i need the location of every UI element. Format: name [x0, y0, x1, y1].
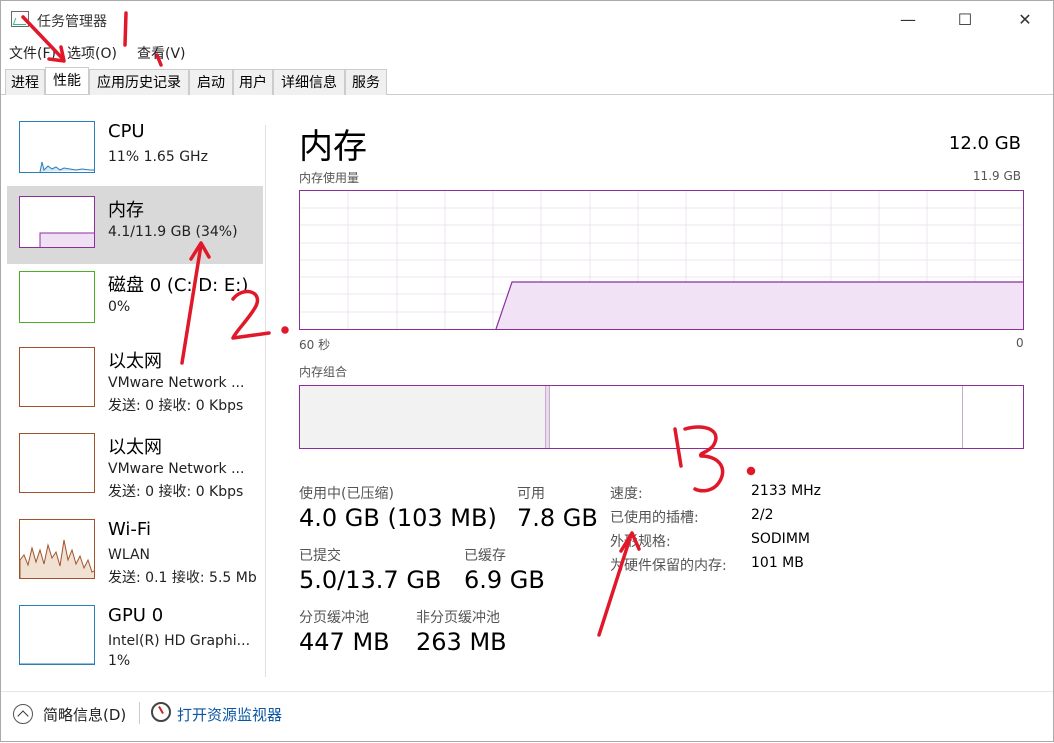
sidebar-item-title: 内存 [108, 200, 144, 221]
form-factor-label: 外形规格: [610, 534, 671, 550]
sidebar-item-utilization: 1% [108, 653, 131, 669]
sidebar-item-wifi[interactable]: Wi-Fi WLAN 发送: 0.1 接收: 5.5 Mb [7, 509, 263, 595]
menu-bar: 文件(F) 选项(O) 查看(V) [1, 41, 1053, 63]
maximize-button[interactable]: ☐ [953, 9, 977, 31]
menu-file[interactable]: 文件(F) [9, 43, 56, 63]
sidebar-item-ethernet-2[interactable]: 以太网 VMware Network ... 发送: 0 接收: 0 Kbps [7, 423, 263, 509]
tab-services[interactable]: 服务 [345, 69, 387, 95]
memory-total: 12.0 GB [948, 133, 1021, 154]
speed-value: 2133 MHz [751, 483, 822, 499]
sidebar-item-ethernet-1[interactable]: 以太网 VMware Network ... 发送: 0 接收: 0 Kbps [7, 337, 263, 423]
task-manager-icon [11, 11, 29, 27]
ethernet-thumbnail-graph [19, 433, 95, 493]
graph-time-end: 0 [1016, 336, 1024, 350]
menu-view[interactable]: 查看(V) [137, 43, 186, 63]
close-button[interactable]: ✕ [1013, 9, 1037, 31]
slots-used-value: 2/2 [751, 507, 774, 523]
tab-performance[interactable]: 性能 [45, 67, 89, 94]
performance-sidebar: CPU 11% 1.65 GHz 内存 4.1/11.9 GB (34%) 磁盘… [7, 111, 263, 681]
memory-composition-label: 内存组合 [299, 365, 348, 379]
bottom-bar: 简略信息(D) 打开资源监视器 [1, 691, 1053, 731]
composition-standby-divider [962, 386, 963, 448]
paged-pool-value: 447 MB [299, 628, 390, 656]
tab-bar: 进程 性能 应用历史记录 启动 用户 详细信息 服务 [1, 67, 1053, 95]
fewer-details-button[interactable]: 简略信息(D) [43, 704, 126, 725]
sidebar-item-title: GPU 0 [108, 605, 164, 626]
sidebar-item-subtitle: 4.1/11.9 GB (34%) [108, 224, 238, 240]
in-use-value: 4.0 GB (103 MB) [299, 504, 497, 532]
sidebar-item-subtitle: WLAN [108, 547, 151, 563]
sidebar-item-subtitle: VMware Network ... [108, 375, 245, 391]
tab-app-history[interactable]: 应用历史记录 [89, 69, 189, 95]
memory-usage-label: 内存使用量 [299, 171, 360, 185]
sidebar-item-subtitle: 11% 1.65 GHz [108, 149, 208, 165]
sidebar-item-gpu[interactable]: GPU 0 Intel(R) HD Graphi... 1% [7, 595, 263, 681]
available-label: 可用 [517, 486, 545, 502]
hardware-reserved-value: 101 MB [751, 555, 804, 571]
sidebar-item-throughput: 发送: 0 接收: 0 Kbps [108, 398, 244, 414]
committed-label: 已提交 [299, 548, 341, 564]
slots-used-label: 已使用的插槽: [610, 510, 699, 526]
title-bar: 任务管理器 — ☐ ✕ [1, 1, 1053, 39]
sidebar-item-title: 以太网 [108, 351, 162, 372]
graph-time-start: 60 秒 [299, 338, 331, 352]
available-value: 7.8 GB [517, 504, 598, 532]
tab-startup[interactable]: 启动 [189, 69, 233, 95]
form-factor-value: SODIMM [751, 531, 810, 547]
memory-usage-max: 11.9 GB [972, 169, 1021, 183]
speed-label: 速度: [610, 486, 643, 502]
task-manager-window: 任务管理器 — ☐ ✕ 文件(F) 选项(O) 查看(V) 进程 性能 应用历史… [0, 0, 1054, 742]
nonpaged-pool-value: 263 MB [416, 628, 507, 656]
sidebar-item-title: 磁盘 0 (C: D: E:) [108, 275, 249, 296]
cached-value: 6.9 GB [464, 566, 545, 594]
disk-thumbnail-graph [19, 271, 95, 323]
sidebar-item-title: Wi-Fi [108, 519, 151, 540]
tab-users[interactable]: 用户 [233, 69, 273, 95]
sidebar-item-title: CPU [108, 121, 145, 142]
resource-monitor-icon [151, 702, 171, 722]
tab-processes[interactable]: 进程 [5, 69, 45, 95]
sidebar-item-cpu[interactable]: CPU 11% 1.65 GHz [7, 111, 263, 189]
tab-details[interactable]: 详细信息 [273, 69, 345, 95]
nonpaged-pool-label: 非分页缓冲池 [416, 610, 500, 626]
hardware-reserved-label: 为硬件保留的内存: [610, 558, 727, 574]
sidebar-item-disk[interactable]: 磁盘 0 (C: D: E:) 0% [7, 261, 263, 339]
composition-modified [546, 386, 550, 448]
sidebar-divider [265, 125, 266, 677]
chevron-up-icon[interactable] [13, 704, 33, 724]
sidebar-item-throughput: 发送: 0.1 接收: 5.5 Mb [108, 570, 257, 586]
bottom-separator [139, 702, 140, 724]
ethernet-thumbnail-graph [19, 347, 95, 407]
memory-composition-bar [299, 385, 1024, 449]
sidebar-item-subtitle: Intel(R) HD Graphi... [108, 633, 251, 649]
composition-in-use [300, 386, 546, 448]
menu-options[interactable]: 选项(O) [67, 43, 117, 63]
page-title: 内存 [299, 127, 367, 167]
sidebar-item-throughput: 发送: 0 接收: 0 Kbps [108, 484, 244, 500]
sidebar-item-title: 以太网 [108, 437, 162, 458]
sidebar-item-memory[interactable]: 内存 4.1/11.9 GB (34%) [7, 186, 263, 264]
sidebar-item-subtitle: 0% [108, 299, 131, 315]
window-title: 任务管理器 [37, 14, 107, 30]
committed-value: 5.0/13.7 GB [299, 566, 442, 594]
wifi-thumbnail-graph [19, 519, 95, 579]
paged-pool-label: 分页缓冲池 [299, 610, 369, 626]
minimize-button[interactable]: — [896, 9, 920, 31]
memory-usage-graph [299, 190, 1024, 330]
gpu-thumbnail-graph [19, 605, 95, 665]
open-resource-monitor-link[interactable]: 打开资源监视器 [177, 704, 282, 725]
cached-label: 已缓存 [464, 548, 506, 564]
in-use-label: 使用中(已压缩) [299, 486, 394, 502]
memory-thumbnail-graph [19, 196, 95, 248]
cpu-thumbnail-graph [19, 121, 95, 173]
sidebar-item-subtitle: VMware Network ... [108, 461, 245, 477]
